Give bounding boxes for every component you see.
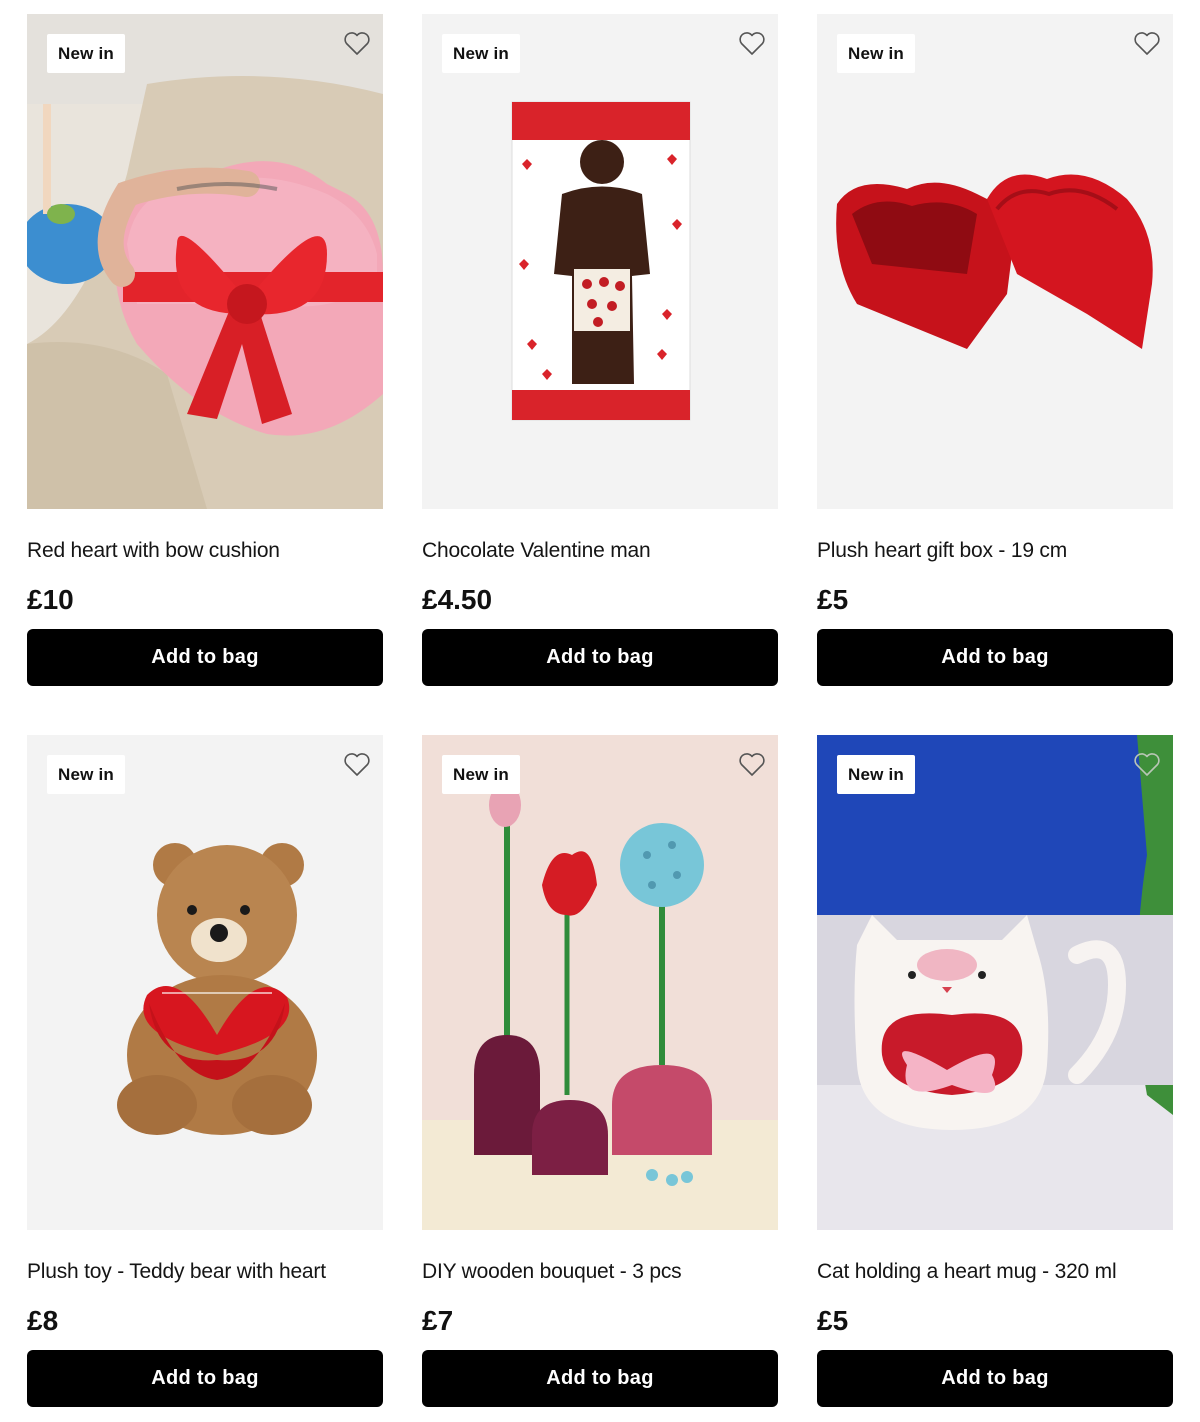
product-image[interactable]: New in: [422, 735, 778, 1230]
new-in-badge: New in: [837, 755, 915, 794]
product-price: £5: [817, 584, 849, 615]
product-price: £5: [817, 1305, 849, 1336]
product-image[interactable]: New in: [817, 735, 1173, 1230]
add-to-bag-button[interactable]: Add to bag: [27, 1350, 383, 1407]
product-name[interactable]: Red heart with bow cushion: [27, 538, 383, 564]
product-card[interactable]: New in DIY wooden bouquet - 3 pcs £7 Add…: [422, 735, 778, 1407]
wooden-bouquet-image: [422, 735, 778, 1230]
heart-outline-icon[interactable]: [1133, 30, 1161, 56]
product-price: £10: [27, 584, 74, 615]
product-name[interactable]: Plush toy - Teddy bear with heart: [27, 1259, 383, 1285]
product-image[interactable]: New in: [27, 14, 383, 509]
product-card[interactable]: New in Cat holding a heart mug - 320 ml …: [817, 735, 1173, 1407]
product-name[interactable]: Chocolate Valentine man: [422, 538, 778, 564]
product-name[interactable]: Plush heart gift box - 19 cm: [817, 538, 1173, 564]
new-in-badge: New in: [837, 34, 915, 73]
product-price: £4.50: [422, 584, 493, 615]
heart-outline-icon[interactable]: [1133, 751, 1161, 777]
product-image[interactable]: New in: [817, 14, 1173, 509]
product-card[interactable]: New in Chocolate Valentine man £4.50 Add…: [422, 14, 778, 686]
product-price: £8: [27, 1305, 59, 1336]
cat-mug-image: [817, 735, 1173, 1230]
add-to-bag-button[interactable]: Add to bag: [422, 1350, 778, 1407]
heart-outline-icon[interactable]: [738, 30, 766, 56]
new-in-badge: New in: [442, 34, 520, 73]
add-to-bag-button[interactable]: Add to bag: [422, 629, 778, 686]
product-name[interactable]: Cat holding a heart mug - 320 ml: [817, 1259, 1173, 1285]
heart-cushion-image: [27, 14, 383, 509]
product-price: £7: [422, 1305, 454, 1336]
product-grid: New in Red heart with bow cushion £10 Ad…: [0, 0, 1200, 1422]
new-in-badge: New in: [47, 34, 125, 73]
teddy-bear-image: [27, 735, 383, 1230]
product-card[interactable]: New in Plush heart gift box - 19 cm £5 A…: [817, 14, 1173, 686]
chocolate-man-image: [422, 14, 778, 509]
new-in-badge: New in: [442, 755, 520, 794]
add-to-bag-button[interactable]: Add to bag: [817, 1350, 1173, 1407]
product-name[interactable]: DIY wooden bouquet - 3 pcs: [422, 1259, 778, 1285]
product-image[interactable]: New in: [422, 14, 778, 509]
heart-outline-icon[interactable]: [343, 30, 371, 56]
plush-heart-box-image: [817, 14, 1173, 509]
heart-outline-icon[interactable]: [343, 751, 371, 777]
heart-outline-icon[interactable]: [738, 751, 766, 777]
add-to-bag-button[interactable]: Add to bag: [817, 629, 1173, 686]
product-card[interactable]: New in Red heart with bow cushion £10 Ad…: [27, 14, 383, 686]
product-card[interactable]: New in Plush toy - Teddy bear with heart…: [27, 735, 383, 1407]
product-image[interactable]: New in: [27, 735, 383, 1230]
add-to-bag-button[interactable]: Add to bag: [27, 629, 383, 686]
new-in-badge: New in: [47, 755, 125, 794]
